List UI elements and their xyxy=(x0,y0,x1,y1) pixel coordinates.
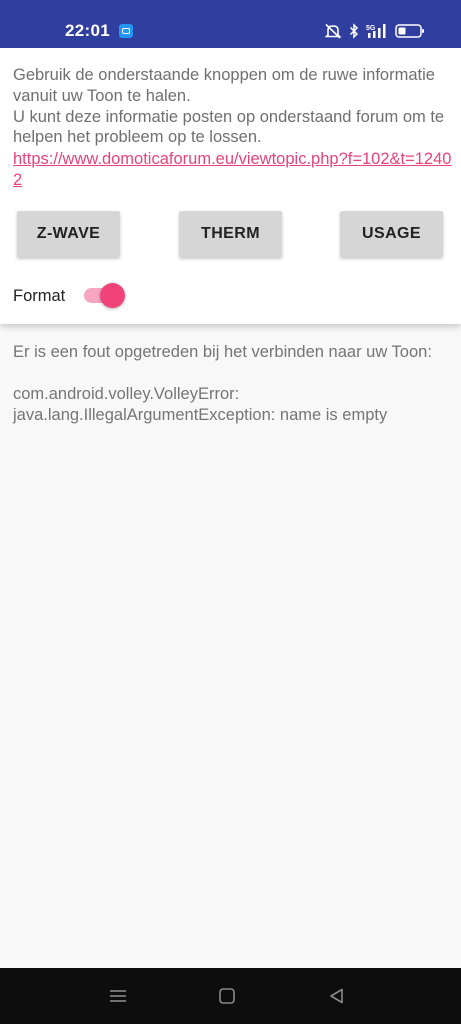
app-notification-icon xyxy=(119,24,133,38)
navigation-bar xyxy=(0,968,461,1024)
battery-icon xyxy=(395,24,424,38)
info-card: Gebruik de onderstaande knoppen om de ru… xyxy=(0,48,461,324)
intro-text: Gebruik de onderstaande knoppen om de ru… xyxy=(13,66,445,147)
format-toggle[interactable] xyxy=(84,281,128,309)
bluetooth-icon xyxy=(349,23,359,39)
5g-signal-icon: 5G xyxy=(366,24,386,38)
status-icons: 5G xyxy=(324,20,425,42)
therm-button[interactable]: THERM xyxy=(179,211,282,257)
error-output: Er is een fout opgetreden bij het verbin… xyxy=(13,343,432,424)
svg-text:5G: 5G xyxy=(366,25,376,32)
zwave-button[interactable]: Z-WAVE xyxy=(17,211,120,257)
mute-icon xyxy=(324,23,342,39)
format-toggle-thumb xyxy=(100,283,125,308)
home-icon[interactable] xyxy=(215,984,239,1008)
format-label: Format xyxy=(13,287,66,305)
back-icon[interactable] xyxy=(325,984,349,1008)
status-bar: 22:01 5G xyxy=(0,0,461,48)
status-time: 22:01 xyxy=(65,21,110,40)
usage-button[interactable]: USAGE xyxy=(340,211,443,257)
forum-link[interactable]: https://www.domoticaforum.eu/viewtopic.p… xyxy=(13,149,453,191)
menu-icon[interactable] xyxy=(106,984,130,1008)
